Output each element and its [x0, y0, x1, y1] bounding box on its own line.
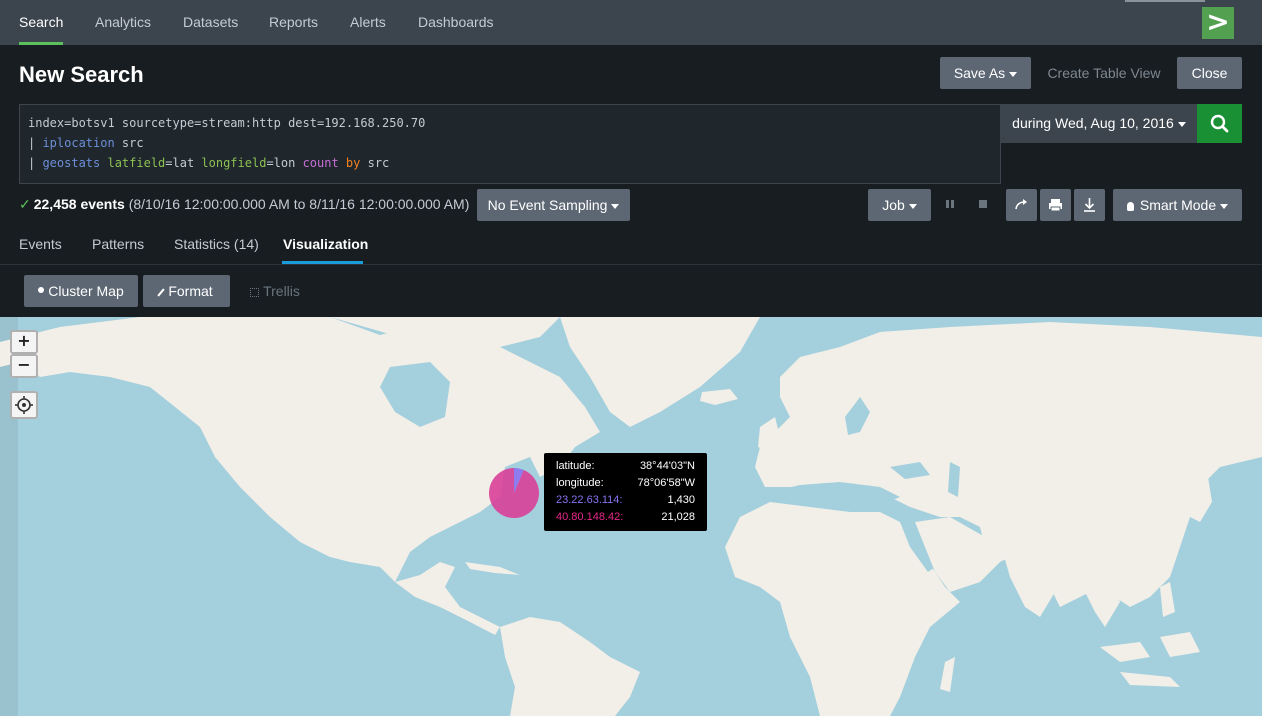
greenland-land: [560, 317, 760, 427]
format-label: Format: [168, 283, 213, 299]
cluster-map-label: Cluster Map: [48, 283, 124, 299]
nav-tab-datasets[interactable]: Datasets: [183, 0, 238, 45]
nav-tab-search[interactable]: Search: [19, 0, 64, 45]
top-navigation: Search Analytics Datasets Reports Alerts…: [0, 0, 1262, 45]
stop-icon[interactable]: [978, 199, 988, 209]
tab-statistics[interactable]: Statistics (14): [174, 236, 259, 252]
job-label: Job: [882, 197, 905, 213]
search-mode-dropdown[interactable]: Smart Mode: [1113, 189, 1242, 221]
share-button[interactable]: [1006, 189, 1037, 221]
query-line-2: | iplocation src: [28, 136, 144, 150]
nav-tab-reports[interactable]: Reports: [269, 0, 318, 45]
nav-tab-dashboards[interactable]: Dashboards: [418, 0, 494, 45]
trellis-label: Trellis: [263, 283, 300, 299]
nav-tab-alerts[interactable]: Alerts: [350, 0, 386, 45]
chevron-down-icon: [1009, 71, 1018, 77]
grid-icon: [250, 287, 260, 297]
tooltip-row-latitude: latitude: 38°44'03"N: [556, 460, 695, 472]
search-icon: [1210, 114, 1229, 133]
search-status: ✓ 22,458 events (8/10/16 12:00:00.000 AM …: [19, 196, 469, 213]
south-america-land: [500, 617, 640, 716]
chevron-down-icon: [1220, 203, 1229, 209]
cluster-pie-marker[interactable]: [488, 467, 540, 519]
cluster-map-button[interactable]: Cluster Map: [24, 275, 138, 307]
close-button[interactable]: Close: [1177, 57, 1242, 89]
time-range-picker[interactable]: during Wed, Aug 10, 2016: [1001, 104, 1197, 143]
north-america-land: [0, 317, 600, 582]
save-as-button[interactable]: Save As: [940, 57, 1031, 89]
tab-events[interactable]: Events: [19, 236, 62, 252]
job-menu-button[interactable]: Job: [868, 189, 931, 221]
event-count: 22,458 events: [33, 196, 125, 212]
chevron-down-icon: [611, 203, 620, 209]
tooltip-row-longitude: longitude: 78°06'58"W: [556, 477, 695, 489]
chevron-down-icon: [908, 203, 917, 209]
create-table-view-button[interactable]: Create Table View: [1040, 57, 1168, 89]
tab-patterns[interactable]: Patterns: [92, 236, 144, 252]
format-button[interactable]: Format: [143, 275, 230, 307]
event-time-range: (8/10/16 12:00:00.000 AM to 8/11/16 12:0…: [128, 196, 470, 212]
zoom-in-button[interactable]: +: [10, 330, 38, 354]
tooltip-row-src-2: 40.80.148.42: 21,028: [556, 511, 695, 523]
search-mode-label: Smart Mode: [1139, 197, 1217, 213]
nav-tab-analytics[interactable]: Analytics: [95, 0, 151, 45]
export-button[interactable]: [1074, 189, 1105, 221]
pie-slice-2[interactable]: [489, 468, 539, 518]
app-logo-icon[interactable]: >: [1202, 7, 1234, 39]
share-icon: [1015, 199, 1027, 210]
print-icon: [1049, 199, 1062, 212]
download-icon: [1084, 198, 1095, 212]
reset-view-button[interactable]: [10, 391, 38, 419]
tooltip-row-src-1: 23.22.63.114: 1,430: [556, 494, 695, 506]
time-range-label: during Wed, Aug 10, 2016: [1012, 115, 1174, 131]
map-tooltip: latitude: 38°44'03"N longitude: 78°06'58"W…: [544, 453, 707, 531]
page-title: New Search: [19, 62, 144, 87]
crosshair-icon: [15, 396, 33, 414]
save-as-label: Save As: [953, 65, 1006, 81]
query-line-3: | geostats latfield=lat longfield=lon co…: [28, 156, 390, 170]
search-query-editor[interactable]: index=botsv1 sourcetype=stream:http dest…: [19, 104, 1001, 184]
event-sampling-dropdown[interactable]: No Event Sampling: [477, 189, 630, 221]
tab-visualization[interactable]: Visualization: [283, 236, 368, 252]
map-pin-icon: [38, 287, 45, 294]
zoom-out-button[interactable]: −: [10, 354, 38, 378]
print-button[interactable]: [1040, 189, 1071, 221]
pause-icon[interactable]: [945, 199, 955, 209]
run-search-button[interactable]: [1197, 104, 1242, 143]
query-line-1: index=botsv1 sourcetype=stream:http dest…: [28, 116, 426, 130]
chevron-down-icon: [1177, 121, 1186, 127]
top-bar-divider: [1125, 0, 1205, 2]
event-sampling-label: No Event Sampling: [487, 197, 608, 213]
trellis-button[interactable]: Trellis: [240, 275, 310, 307]
lightbulb-icon: [1126, 201, 1134, 211]
check-icon: ✓: [19, 196, 31, 212]
brush-icon: [157, 288, 165, 297]
